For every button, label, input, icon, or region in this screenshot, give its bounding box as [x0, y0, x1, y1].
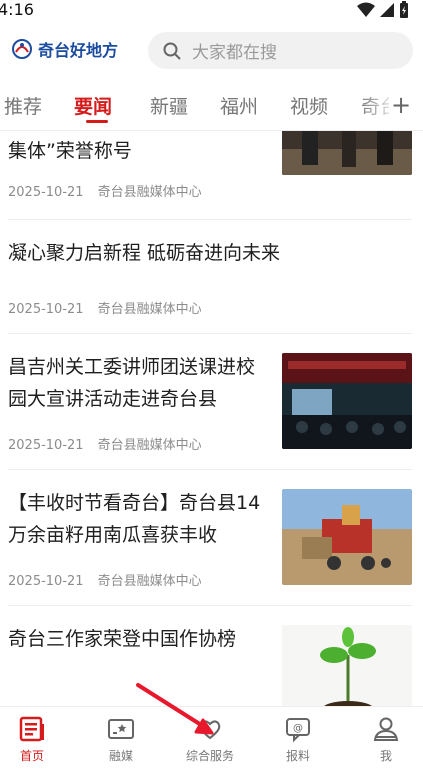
svg-text:@: @ [293, 723, 303, 734]
news-title: 【丰收时节看奇台】奇台县14万余亩籽用南瓜喜获丰收 [8, 492, 261, 546]
news-date: 2025-10-21 [8, 185, 84, 200]
news-source: 奇台县融媒体中心 [97, 302, 202, 317]
tab-video[interactable]: 视频 [290, 92, 328, 119]
search-input[interactable]: 大家都在搜 [148, 32, 413, 69]
heart-hand-icon [199, 720, 221, 740]
media-icon [108, 719, 134, 739]
news-meta: 2025-10-21 奇台县融媒体中心 [8, 434, 202, 453]
logo-emblem-icon [12, 39, 32, 59]
nav-me[interactable]: 我 [346, 715, 423, 764]
thumbnail-image [282, 625, 412, 706]
nav-home[interactable]: 首页 [0, 715, 72, 764]
item-divider [8, 605, 412, 606]
app-logo[interactable]: 奇台好地方 [10, 36, 118, 62]
news-feed[interactable]: 集体”荣誉称号 2025-10-21 奇台县融媒体中心 凝心聚力启新程 砥砺奋进向… [0, 131, 423, 706]
thumbnail-image [282, 353, 412, 449]
news-thumbnail [282, 131, 412, 175]
wifi-icon [357, 2, 375, 17]
news-item[interactable]: 凝心聚力启新程 砥砺奋进向未来 2025-10-21 奇台县融媒体中心 [8, 227, 412, 327]
tab-recommend[interactable]: 推荐 [4, 92, 42, 119]
report-icon: @ [286, 718, 310, 743]
news-item[interactable]: 奇台三作家荣登中国作协榜 [8, 625, 412, 706]
add-channel-button[interactable]: + [389, 88, 413, 122]
news-title: 集体”荣誉称号 [8, 140, 132, 162]
search-placeholder: 大家都在搜 [192, 43, 277, 63]
news-item[interactable]: 【丰收时节看奇台】奇台县14万余亩籽用南瓜喜获丰收 2025-10-21 奇台县融… [8, 489, 412, 609]
item-divider [8, 333, 412, 334]
nav-label: 首页 [19, 749, 44, 763]
nav-label: 融媒 [108, 749, 133, 763]
tab-headlines[interactable]: 要闻 [74, 92, 112, 119]
news-thumbnail [282, 625, 412, 706]
nav-media[interactable]: 融媒 [81, 715, 161, 764]
news-thumbnail [282, 353, 412, 449]
news-date: 2025-10-21 [8, 574, 84, 589]
nav-label: 我 [379, 749, 392, 763]
news-meta: 2025-10-21 奇台县融媒体中心 [8, 298, 202, 317]
thumbnail-image [282, 489, 412, 585]
status-bar: 4:16 [0, 0, 423, 22]
active-tab-indicator [86, 120, 108, 123]
news-source: 奇台县融媒体中心 [97, 185, 202, 200]
news-title: 凝心聚力启新程 砥砺奋进向未来 [8, 242, 281, 264]
home-icon [19, 716, 44, 742]
nav-services[interactable]: 综合服务 [170, 715, 250, 764]
search-icon [163, 42, 181, 60]
thumbnail-image [282, 131, 412, 175]
news-date: 2025-10-21 [8, 302, 84, 317]
signal-icon [380, 3, 394, 17]
news-item[interactable]: 昌吉州关工委讲师团送课进校园大宣讲活动走进奇台县 2025-10-21 奇台县融媒… [8, 353, 412, 473]
news-date: 2025-10-21 [8, 438, 84, 453]
status-time: 4:16 [0, 0, 34, 19]
logo-text: 奇台好地方 [38, 41, 119, 60]
news-meta: 2025-10-21 奇台县融媒体中心 [8, 570, 202, 589]
item-divider [8, 219, 412, 220]
nav-label: 综合服务 [185, 749, 234, 763]
user-icon [373, 717, 399, 741]
news-source: 奇台县融媒体中心 [97, 574, 202, 589]
tab-xinjiang[interactable]: 新疆 [150, 92, 188, 119]
news-item[interactable]: 集体”荣誉称号 2025-10-21 奇台县融媒体中心 [8, 131, 412, 219]
news-title: 奇台三作家荣登中国作协榜 [8, 628, 237, 650]
battery-icon [400, 1, 408, 18]
status-icons [357, 1, 409, 19]
news-meta: 2025-10-21 奇台县融媒体中心 [8, 181, 202, 200]
news-source: 奇台县融媒体中心 [97, 438, 202, 453]
tab-fuzhou[interactable]: 福州 [220, 92, 258, 119]
news-thumbnail [282, 489, 412, 585]
category-tabs: 推荐 要闻 新疆 福州 视频 奇台 + [0, 86, 423, 126]
nav-label: 报料 [285, 749, 310, 763]
bottom-navigation: 首页 融媒 综合服务 @ 报料 我 [0, 706, 423, 778]
nav-report[interactable]: @ 报料 [258, 715, 338, 764]
news-title: 昌吉州关工委讲师团送课进校园大宣讲活动走进奇台县 [8, 356, 256, 410]
app-header: 奇台好地方 大家都在搜 [0, 24, 423, 78]
item-divider [8, 469, 412, 470]
